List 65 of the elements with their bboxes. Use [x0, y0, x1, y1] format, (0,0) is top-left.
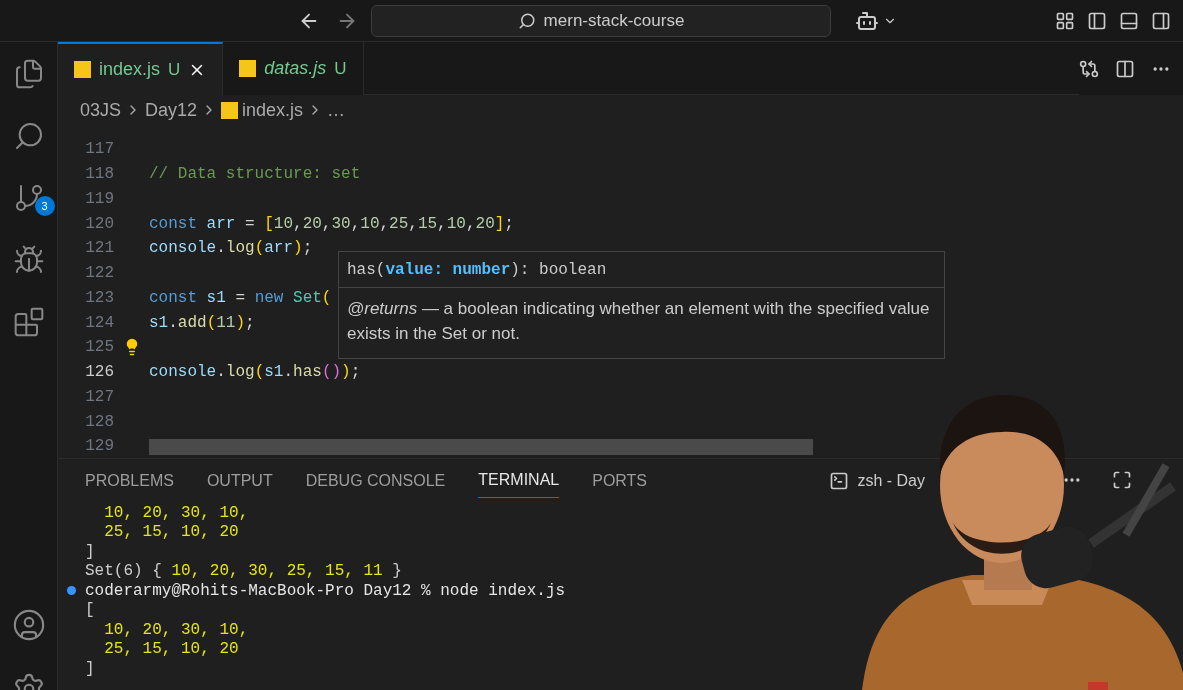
search-text: mern-stack-course: [543, 9, 685, 32]
secondary-sidebar-icon[interactable]: [1151, 10, 1171, 31]
tab-label: index.js: [99, 58, 161, 81]
layout-icon[interactable]: [1055, 10, 1075, 31]
line-number: 123: [84, 287, 114, 309]
panel-tab[interactable]: PROBLEMS: [85, 464, 174, 498]
code-line: console.log(arr);: [149, 238, 313, 260]
horizontal-scrollbar[interactable]: [149, 439, 813, 455]
code-line: const s1 = new Set(: [149, 287, 332, 309]
tab-label: datas.js: [264, 57, 327, 80]
tab-status: U: [334, 57, 347, 80]
terminal-line: Set(6) { 10, 20, 30, 25, 15, 11 }: [85, 561, 402, 583]
code-line: // Data structure: set: [149, 164, 361, 186]
breadcrumb-item[interactable]: 03JS: [80, 96, 122, 124]
extensions-icon[interactable]: [12, 306, 45, 338]
line-number: 127: [84, 386, 114, 408]
compare-icon[interactable]: [1079, 58, 1099, 79]
terminal-icon[interactable]: [829, 471, 850, 491]
panel-tab[interactable]: PORTS: [592, 464, 648, 498]
line-number: 122: [84, 263, 114, 285]
search-icon: [517, 11, 536, 30]
account-icon[interactable]: [11, 608, 46, 642]
breadcrumb-item[interactable]: index.js: [242, 96, 304, 124]
line-number: 121: [84, 238, 114, 260]
split-editor-icon[interactable]: [1115, 58, 1135, 79]
terminal-line: 10, 20, 30, 10,: [103, 619, 249, 641]
terminal-line: [: [85, 600, 95, 622]
signature-text: has(value: number): boolean: [347, 259, 607, 281]
panel-toggle-icon[interactable]: [1119, 10, 1139, 31]
code-line: const arr = [10,20,30,10,25,15,10,20];: [149, 213, 514, 235]
line-number: 128: [84, 411, 114, 433]
breadcrumb-item[interactable]: Day12: [145, 96, 198, 124]
panel-tab[interactable]: DEBUG CONSOLE: [305, 464, 446, 498]
run-debug-icon[interactable]: [12, 244, 45, 276]
line-number: 118: [84, 164, 114, 186]
changes-badge: 3: [34, 196, 55, 216]
javascript-file-icon: [239, 60, 257, 77]
terminal-line: 10, 20, 30, 10,: [103, 502, 249, 524]
search-field[interactable]: mern-stack-course: [371, 4, 831, 37]
javascript-file-icon: [221, 101, 239, 119]
documentation-text: @returns — a boolean indicating whether an element with the specified value exists in the Set or not.: [347, 298, 931, 345]
terminal-name[interactable]: zsh - Day: [857, 469, 925, 493]
terminal-line: ]: [85, 541, 95, 563]
terminal-line: 25, 15, 10, 20: [103, 522, 239, 544]
javascript-file-icon: [74, 61, 91, 78]
line-number: 120: [84, 213, 114, 235]
line-number: 119: [84, 188, 114, 210]
line-number: 126: [84, 362, 114, 384]
terminal-line: 25, 15, 10, 20: [103, 639, 239, 661]
code-line: s1.add(11);: [149, 312, 255, 334]
breadcrumb-item[interactable]: …: [327, 96, 346, 124]
tab-status: U: [168, 58, 181, 81]
line-number: 129: [84, 436, 114, 458]
panel-tab[interactable]: OUTPUT: [206, 464, 273, 498]
editor-tab[interactable]: datas.js U: [223, 42, 364, 95]
code-line: console.log(s1.has());: [149, 362, 361, 384]
editor-tab[interactable]: index.js U: [58, 42, 224, 95]
line-number: 117: [84, 139, 114, 161]
panel-tab[interactable]: TERMINAL: [478, 464, 560, 498]
terminal-line: ]: [85, 658, 95, 680]
line-number: 125: [84, 337, 114, 359]
line-number: 124: [84, 312, 114, 334]
terminal-line: coderarmy@Rohits-MacBook-Pro Day12 % node index.js: [85, 580, 566, 602]
maximize-icon[interactable]: [1112, 470, 1132, 490]
sidebar-toggle-icon[interactable]: [1087, 10, 1107, 31]
